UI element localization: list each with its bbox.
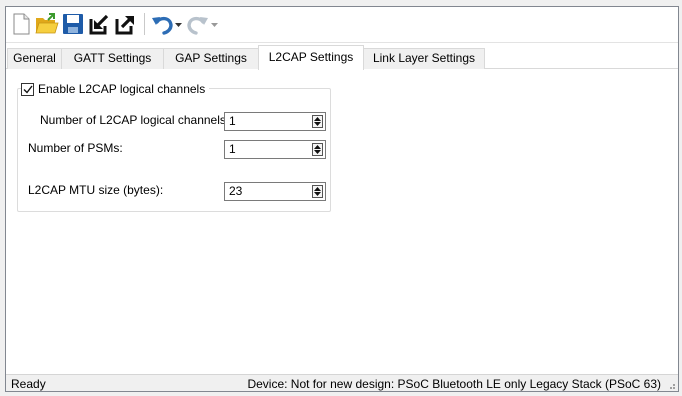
save-icon (63, 14, 83, 34)
import-icon (89, 14, 109, 35)
resize-grip-icon[interactable] (666, 380, 676, 390)
export-button[interactable] (113, 12, 137, 36)
redo-button[interactable] (186, 12, 210, 36)
import-button[interactable] (87, 12, 111, 36)
spin-down-icon[interactable] (313, 149, 321, 154)
save-button[interactable] (61, 12, 85, 36)
enable-l2cap-checkbox-row[interactable]: Enable L2CAP logical channels (21, 81, 210, 97)
undo-icon (152, 16, 173, 35)
tab-general[interactable]: General (7, 48, 62, 69)
export-icon (115, 16, 134, 35)
status-bar: Ready Device: Not for new design: PSoC B… (6, 374, 678, 391)
new-file-button[interactable] (9, 12, 33, 36)
open-button[interactable] (35, 12, 59, 36)
spin-up-icon[interactable] (313, 145, 321, 150)
channels-value[interactable]: 1 (225, 113, 310, 130)
l2cap-group-box: Number of L2CAP logical channels: 1 Numb… (17, 88, 331, 212)
mtu-spin-buttons[interactable] (310, 183, 324, 200)
channels-spin-buttons[interactable] (310, 113, 324, 130)
psms-value[interactable]: 1 (225, 141, 310, 158)
spin-up-icon[interactable] (313, 187, 321, 192)
spin-up-icon[interactable] (313, 117, 321, 122)
toolbar (6, 7, 678, 43)
enable-l2cap-label[interactable]: Enable L2CAP logical channels (38, 82, 205, 96)
psms-label: Number of PSMs: (28, 141, 123, 155)
undo-button[interactable] (150, 12, 174, 36)
psms-spin-buttons[interactable] (310, 141, 324, 158)
channels-label: Number of L2CAP logical channels: (40, 113, 230, 127)
configurator-window: General GATT Settings GAP Settings L2CAP… (5, 6, 679, 392)
mtu-spinbox[interactable]: 23 (224, 182, 326, 201)
spin-down-icon[interactable] (313, 191, 321, 196)
checkmark-icon (23, 85, 33, 94)
new-file-icon (13, 13, 30, 35)
chevron-down-icon (210, 23, 218, 27)
toolbar-separator (144, 13, 145, 35)
redo-dropdown-button[interactable] (210, 21, 218, 29)
redo-icon (187, 16, 208, 35)
status-text: Ready (11, 377, 46, 391)
psms-spinbox[interactable]: 1 (224, 140, 326, 159)
mtu-value[interactable]: 23 (225, 183, 310, 200)
mtu-label: L2CAP MTU size (bytes): (28, 183, 164, 197)
tab-gap-settings[interactable]: GAP Settings (163, 48, 259, 69)
tab-link-layer-settings[interactable]: Link Layer Settings (363, 48, 485, 69)
undo-dropdown-button[interactable] (174, 21, 182, 29)
open-folder-icon (35, 13, 59, 34)
tab-gatt-settings[interactable]: GATT Settings (61, 48, 164, 69)
tab-l2cap-settings[interactable]: L2CAP Settings (258, 45, 364, 70)
enable-l2cap-checkbox[interactable] (21, 82, 34, 96)
device-status-text: Device: Not for new design: PSoC Bluetoo… (247, 377, 661, 391)
l2cap-settings-panel: Number of L2CAP logical channels: 1 Numb… (6, 69, 678, 374)
tab-bar: General GATT Settings GAP Settings L2CAP… (6, 45, 678, 70)
channels-spinbox[interactable]: 1 (224, 112, 326, 131)
spin-down-icon[interactable] (313, 121, 321, 126)
chevron-down-icon (174, 23, 182, 27)
